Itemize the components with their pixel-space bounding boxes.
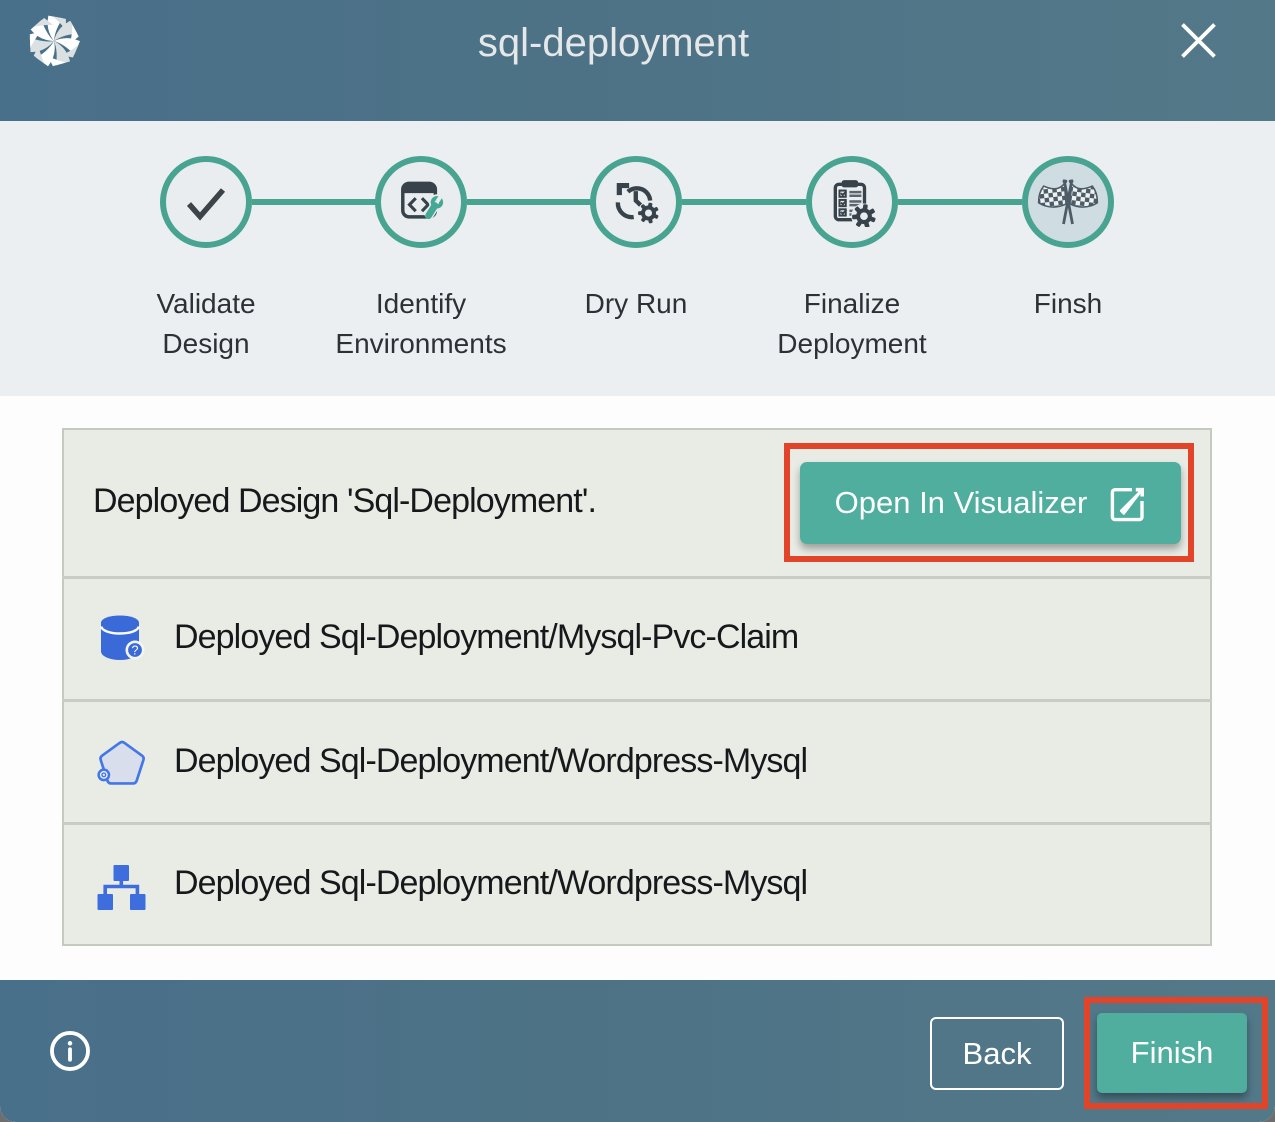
svg-text:?: ?	[132, 644, 139, 658]
